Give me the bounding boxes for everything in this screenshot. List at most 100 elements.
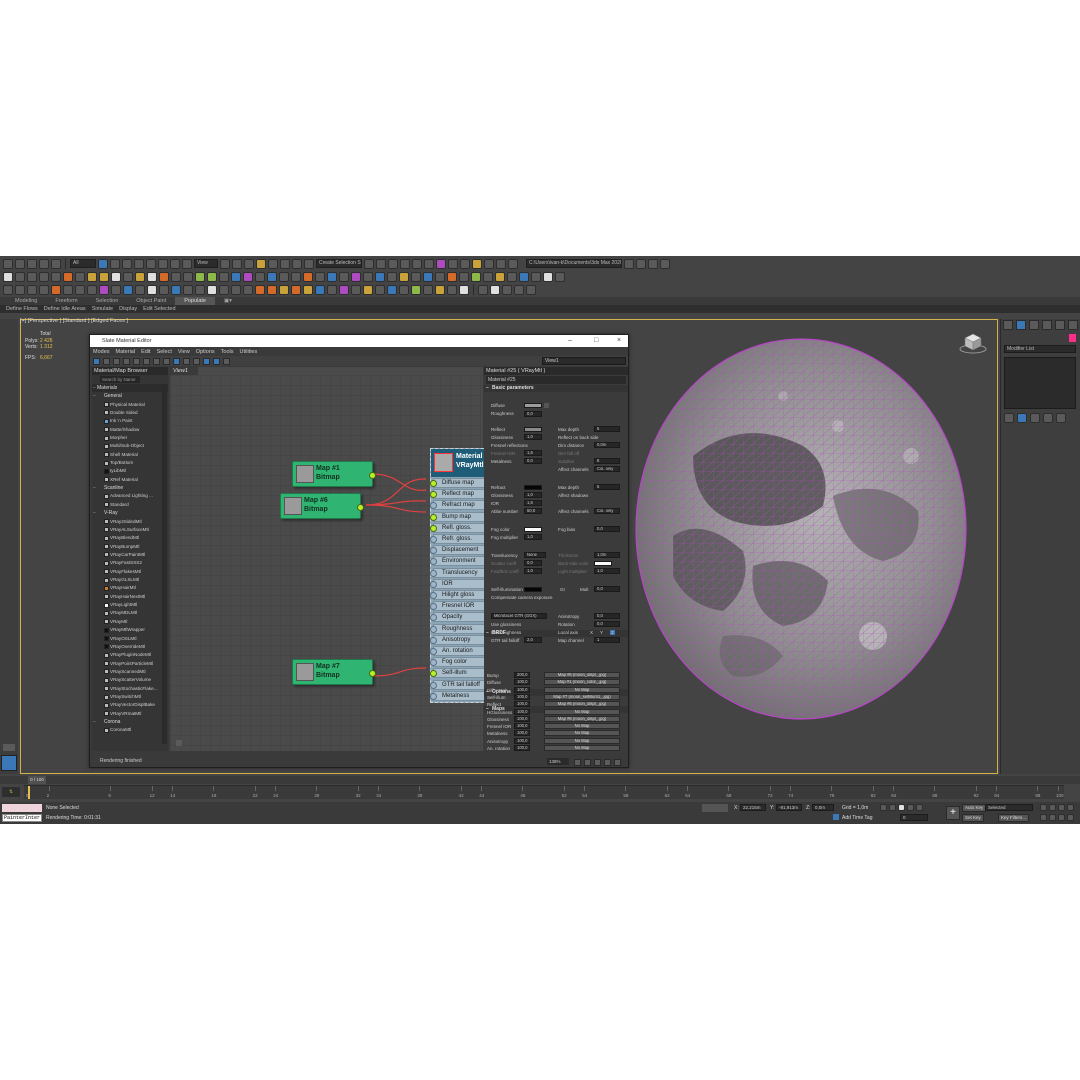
select-object-icon[interactable] [98, 258, 108, 269]
slot-input-port[interactable] [430, 547, 437, 555]
toolbar3-icon-24[interactable] [279, 284, 289, 295]
vray-toolbar-icon-38[interactable] [447, 271, 457, 282]
slot-input-port[interactable] [430, 524, 437, 532]
add-time-tag-icon[interactable] [833, 814, 839, 820]
map1-bitmap-node[interactable]: Map #1 Bitmap [292, 461, 376, 487]
reference-coord-dropdown[interactable]: View [194, 259, 218, 268]
bind-space-warp-icon[interactable] [51, 258, 61, 269]
assign-to-selection-icon[interactable] [123, 357, 130, 365]
vray-toolbar-icon-39[interactable] [459, 271, 469, 282]
browser-item[interactable]: VRayLightMtl [92, 601, 168, 609]
modify-tab-icon[interactable] [1016, 320, 1026, 330]
material-editor-icon[interactable] [436, 258, 446, 269]
undo-icon[interactable] [3, 258, 13, 269]
vray-toolbar-icon-6[interactable] [63, 271, 73, 282]
browser-item[interactable]: Multi/Sub-Object [92, 442, 168, 450]
viewport-layout-icon[interactable] [1, 755, 17, 771]
show-map-in-viewport-icon[interactable] [163, 357, 170, 365]
ior-field[interactable]: 1,6 [524, 500, 542, 506]
browser-item[interactable]: VRayOSLMtl [92, 635, 168, 643]
translucency-dropdown[interactable]: None [524, 552, 546, 558]
project-folder-icon[interactable] [624, 258, 634, 269]
layout-all-icon[interactable] [183, 357, 190, 365]
mirror-icon[interactable] [364, 258, 374, 269]
align-icon[interactable] [376, 258, 386, 269]
selection-filter-dropdown[interactable]: All [70, 259, 96, 268]
toolbar3-icon-25[interactable] [291, 284, 301, 295]
keyboard-shortcut-icon[interactable] [244, 258, 254, 269]
toolbar3-icon-42[interactable] [502, 284, 512, 295]
edit-selected-button[interactable]: Edit Selected [143, 305, 175, 313]
browser-item[interactable]: VRayCarPaintMtl [92, 551, 168, 559]
dim-distance-checkbox[interactable]: Dim distance [558, 443, 584, 448]
browser-group-corona[interactable]: Corona [92, 718, 168, 727]
toolbar3-icon-37[interactable] [435, 284, 445, 295]
map-row-amount-field[interactable]: 100,0 [514, 715, 530, 722]
map-row-map-button[interactable]: Map #6 (moon_displ_.jpg) [544, 715, 620, 722]
vray-toolbar-icon-36[interactable] [423, 271, 433, 282]
local-axis-radio[interactable]: Local axis [558, 630, 578, 635]
redo-icon[interactable] [15, 258, 25, 269]
toolbar3-icon-6[interactable] [63, 284, 73, 295]
maxscript-mini-listener[interactable]: PainterInter [2, 814, 42, 822]
browser-item[interactable]: VRay2SidedMtl [92, 518, 168, 526]
slot-input-port[interactable] [430, 558, 437, 566]
zoom-extents-nav-icon[interactable] [1058, 804, 1065, 811]
refr-max-depth-field[interactable]: 5 [594, 484, 620, 490]
use-glossiness-radio[interactable]: Use glossiness [491, 622, 521, 627]
scale-icon[interactable] [170, 258, 180, 269]
refr-affect-channels-dropdown[interactable]: Col. only [594, 508, 620, 514]
zoom-selected-icon[interactable] [604, 759, 611, 766]
vray-toolbar-icon-2[interactable] [15, 271, 25, 282]
hide-unused-slots-icon[interactable] [153, 357, 160, 365]
mult-field[interactable]: 0,0 [594, 586, 620, 592]
toolbar3-icon-1[interactable] [3, 284, 13, 295]
toolbar3-icon-33[interactable] [387, 284, 397, 295]
simulate-button[interactable]: Simulate [92, 305, 113, 313]
time-slider[interactable]: 0 / 100 [0, 776, 1080, 784]
vray-toolbar-icon-25[interactable] [291, 271, 301, 282]
browser-item[interactable]: VRaySwitchMtl [92, 693, 168, 701]
browser-item[interactable]: VRayMtl [92, 618, 168, 626]
axis-z-button[interactable]: Z [610, 630, 615, 635]
map-row-map-button[interactable]: Map #1 (moon_color_.jpg) [544, 679, 620, 686]
object-color-swatch[interactable] [1069, 334, 1076, 342]
vray-toolbar-icon-12[interactable] [135, 271, 145, 282]
rendered-frame-icon[interactable] [460, 258, 470, 269]
configure-sets-icon[interactable] [1056, 413, 1066, 423]
browser-group-v-ray[interactable]: V-Ray [92, 509, 168, 518]
browser-item[interactable]: VRayStochasticFlake... [92, 685, 168, 693]
toolbar3-icon-7[interactable] [75, 284, 85, 295]
menu-tools[interactable]: Tools [221, 349, 234, 355]
refract-color-swatch[interactable] [524, 485, 542, 490]
compensate-exposure-checkbox[interactable]: Compensate camera exposure [491, 595, 553, 600]
help-icon[interactable] [459, 284, 469, 295]
browser-item[interactable]: VRayMDLMtl [92, 609, 168, 617]
scatter-coeff-field[interactable]: 0,0 [524, 560, 542, 566]
menu-view[interactable]: View [178, 349, 190, 355]
browser-item[interactable]: Ink 'n Paint [92, 417, 168, 425]
menu-material[interactable]: Material [116, 349, 136, 355]
y-coordinate-field[interactable]: -91,913m [776, 804, 802, 811]
browser-item[interactable]: VRayBumpMtl [92, 543, 168, 551]
map-row-map-button[interactable]: No Map [544, 730, 620, 737]
vray-toolbar-icon-19[interactable] [219, 271, 229, 282]
toolbar3-icon-32[interactable] [375, 284, 385, 295]
toolbar3-icon-31[interactable] [363, 284, 373, 295]
put-to-scene-icon[interactable] [113, 357, 120, 365]
vray-toolbar-icon-32[interactable] [375, 271, 385, 282]
remove-modifier-icon[interactable] [1043, 413, 1053, 423]
map-row-amount-field[interactable]: 200,0 [514, 672, 530, 678]
select-tool-icon[interactable] [93, 357, 100, 365]
browser-item[interactable]: VRayFastSSS2 [92, 559, 168, 567]
maximize-button[interactable]: □ [594, 335, 598, 347]
vray-toolbar-icon-31[interactable] [363, 271, 373, 282]
pause-icon[interactable] [219, 284, 229, 295]
slot-input-port[interactable] [430, 502, 437, 510]
browser-item[interactable]: VRayScatterVolume [92, 676, 168, 684]
define-flows-button[interactable]: Define Flows [6, 305, 38, 313]
slot-input-port[interactable] [430, 592, 437, 599]
browser-item[interactable]: VRayALSurfaceMtl [92, 526, 168, 534]
play-icon[interactable] [207, 284, 217, 295]
vray-toolbar-icon-3[interactable] [27, 271, 37, 282]
